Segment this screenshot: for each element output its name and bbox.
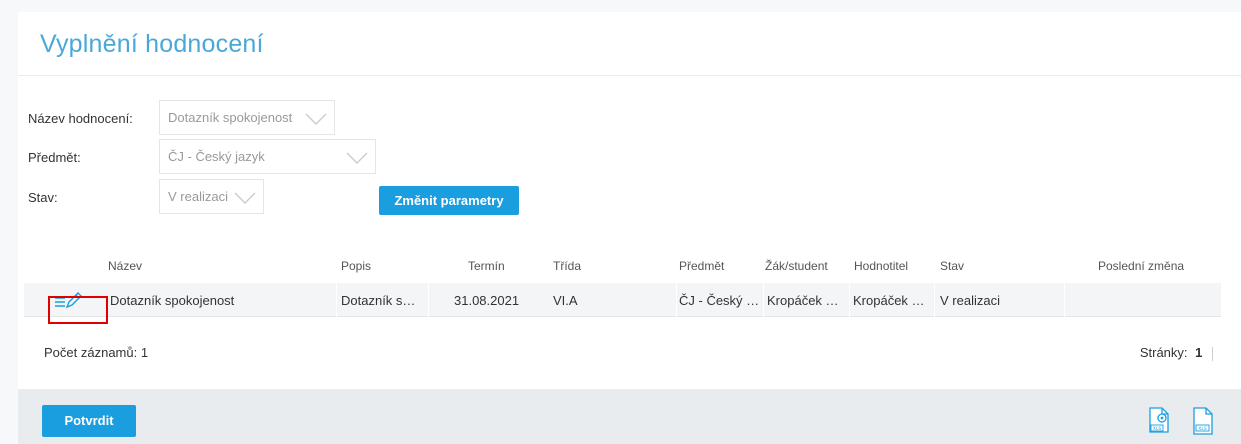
change-parameters-button[interactable]: Změnit parametry [379, 186, 519, 215]
page-number[interactable]: 1 [1195, 345, 1202, 360]
column-header-student[interactable]: Žák/student [765, 259, 828, 273]
xls-export-settings-icon[interactable]: XLS [1144, 404, 1174, 436]
cell-term: 31.08.2021 [454, 293, 520, 308]
page-title: Vyplnění hodnocení [40, 30, 264, 58]
chevron-down-icon [305, 113, 327, 125]
xls-file-icon[interactable]: XLS [1190, 406, 1216, 436]
chevron-down-icon [346, 152, 368, 164]
column-header-term[interactable]: Termín [468, 259, 505, 273]
cell-name: Dotazník spokojenost [110, 293, 235, 308]
xls-label: XLS [1198, 426, 1207, 432]
pagination-divider [1212, 346, 1213, 361]
state-select[interactable]: V realizaci [159, 179, 264, 214]
column-header-name[interactable]: Název [108, 259, 142, 273]
subject-value: ČJ - Český jazyk [168, 149, 265, 164]
chevron-down-icon [234, 192, 256, 204]
evaluation-name-select[interactable]: Dotazník spokojenost [159, 100, 335, 135]
cell-evaluator: Kropáček … [853, 293, 925, 308]
column-header-evaluator[interactable]: Hodnotitel [854, 259, 908, 273]
cell-class: VI.A [553, 293, 578, 308]
cell-state: V realizaci [940, 293, 1000, 308]
column-divider [676, 283, 677, 317]
confirm-button[interactable]: Potvrdit [42, 405, 136, 437]
column-divider [763, 283, 764, 317]
column-divider [428, 283, 429, 317]
evaluation-name-label: Název hodnocení: [28, 111, 133, 126]
footer-bar [18, 389, 1241, 444]
column-divider [336, 283, 337, 317]
column-header-class[interactable]: Třída [553, 259, 581, 273]
column-header-last-change[interactable]: Poslední změna [1098, 259, 1184, 273]
cell-student: Kropáček … [767, 293, 839, 308]
table-header [24, 247, 1221, 283]
state-label: Stav: [28, 190, 58, 205]
pagination: Stránky: 1 [1140, 345, 1213, 361]
column-divider [849, 283, 850, 317]
state-value: V realizaci [168, 189, 228, 204]
xls-label: XLS [1153, 426, 1162, 432]
cell-description: Dotazník s… [341, 293, 416, 308]
column-header-subject[interactable]: Předmět [679, 259, 724, 273]
subject-select[interactable]: ČJ - Český jazyk [159, 139, 376, 174]
column-header-description[interactable]: Popis [341, 259, 371, 273]
subject-label: Předmět: [28, 150, 81, 165]
cell-subject: ČJ - Český … [679, 293, 760, 308]
column-header-state[interactable]: Stav [940, 259, 964, 273]
pages-label: Stránky: [1139, 345, 1188, 360]
record-count: Počet záznamů: 1 [44, 345, 149, 360]
column-divider [1064, 283, 1065, 317]
title-divider [18, 75, 1241, 76]
evaluation-name-value: Dotazník spokojenost [168, 110, 293, 125]
edit-highlight-box [48, 296, 108, 324]
